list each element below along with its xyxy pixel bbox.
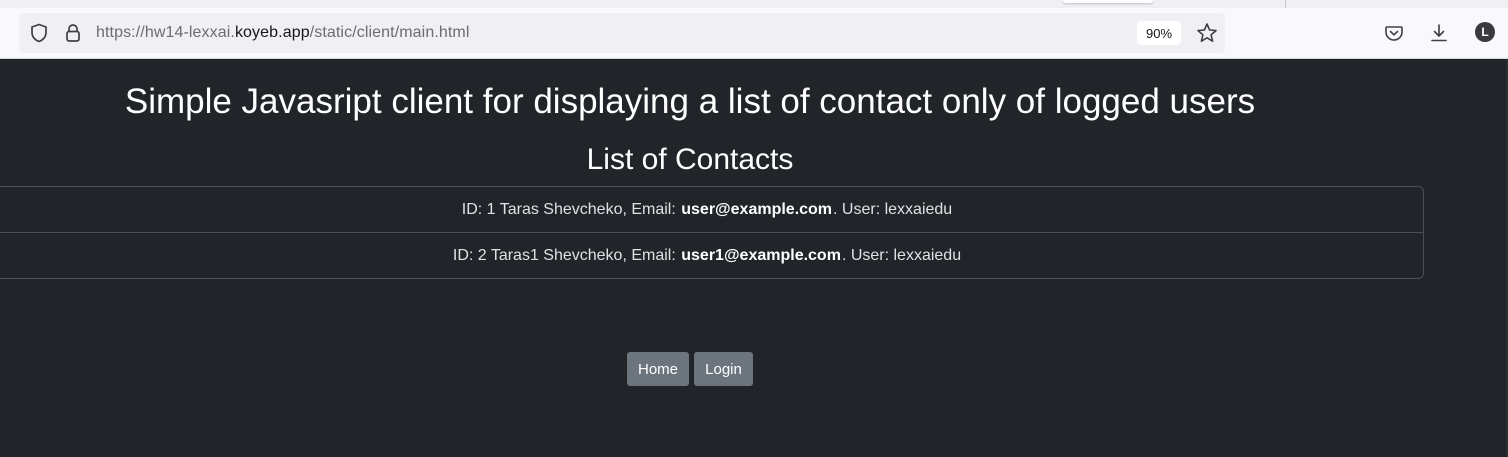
star-icon[interactable] xyxy=(1195,21,1219,45)
download-icon[interactable] xyxy=(1428,21,1450,45)
shield-icon[interactable] xyxy=(28,21,50,45)
contact-user: . User: lexxaiedu xyxy=(833,200,953,218)
contact-email: user@example.com xyxy=(681,200,833,218)
url-path: /static/client/main.html xyxy=(309,24,470,41)
contact-email: user1@example.com xyxy=(681,246,841,264)
contact-item: ID: 1 Taras Shevcheko, Email: user@examp… xyxy=(0,187,1423,232)
home-button[interactable]: Home xyxy=(627,352,689,386)
page-heading: Simple Javasript client for displaying a… xyxy=(124,82,1256,121)
zoom-level-badge[interactable]: 90% xyxy=(1137,21,1181,45)
login-button[interactable]: Login xyxy=(694,352,753,386)
active-tab-edge[interactable] xyxy=(1063,0,1153,3)
tab-divider xyxy=(1285,0,1286,8)
address-bar[interactable]: https://hw14-lexxai.koyeb.app/static/cli… xyxy=(19,13,1225,53)
page-content: Simple Javasript client for displaying a… xyxy=(0,59,1508,457)
browser-toolbar: https://hw14-lexxai.koyeb.app/static/cli… xyxy=(0,8,1508,59)
account-avatar[interactable]: L xyxy=(1475,22,1495,42)
url-prefix: https://hw14-lexxai. xyxy=(96,24,235,41)
contact-text: ID: 2 Taras1 Shevcheko, Email: xyxy=(452,246,681,264)
url-host: koyeb.app xyxy=(234,24,310,41)
pocket-icon[interactable] xyxy=(1383,21,1405,45)
tab-strip xyxy=(0,0,1508,8)
contact-list: ID: 1 Taras Shevcheko, Email: user@examp… xyxy=(0,186,1424,279)
contact-user: . User: lexxaiedu xyxy=(841,246,962,264)
list-title: List of Contacts xyxy=(586,143,794,176)
lock-icon[interactable] xyxy=(63,21,83,45)
url-text[interactable]: https://hw14-lexxai.koyeb.app/static/cli… xyxy=(96,24,470,42)
contact-text: ID: 1 Taras Shevcheko, Email: xyxy=(461,200,681,218)
contact-item: ID: 2 Taras1 Shevcheko, Email: user1@exa… xyxy=(0,232,1423,278)
